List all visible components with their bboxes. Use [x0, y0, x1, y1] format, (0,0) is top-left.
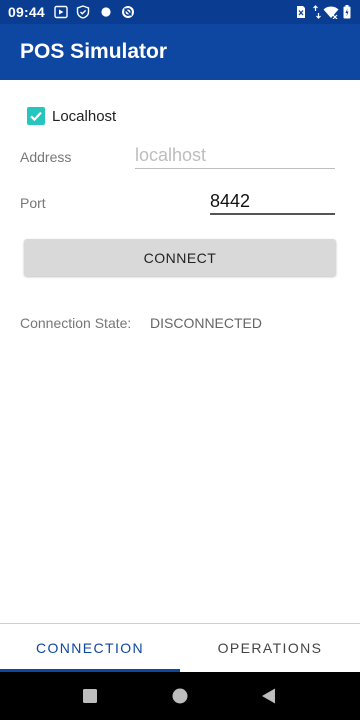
- wifi-icon: [323, 5, 339, 20]
- navigation-bar: [0, 672, 360, 720]
- status-time: 09:44: [8, 4, 45, 20]
- battery-icon: [343, 5, 351, 19]
- localhost-checkbox[interactable]: [27, 107, 45, 125]
- localhost-label[interactable]: Localhost: [52, 108, 116, 125]
- dot-icon: [99, 5, 113, 19]
- media-icon: [54, 5, 68, 19]
- port-underline: [210, 213, 335, 215]
- connect-button[interactable]: CONNECT: [24, 239, 336, 276]
- port-label: Port: [20, 195, 46, 211]
- address-input[interactable]: [135, 142, 335, 168]
- connection-state-label: Connection State:: [20, 315, 132, 331]
- tab-connection[interactable]: CONNECTION: [0, 624, 180, 672]
- port-input[interactable]: [210, 188, 335, 214]
- shield-icon: [76, 5, 90, 19]
- tab-operations[interactable]: OPERATIONS: [180, 624, 360, 672]
- sim-x-icon: [296, 5, 306, 19]
- address-label: Address: [20, 149, 72, 165]
- checkmark-icon: [30, 111, 42, 122]
- app-bar: POS Simulator: [0, 24, 360, 80]
- address-underline: [135, 168, 335, 169]
- sync-icon: [121, 5, 135, 19]
- app-title: POS Simulator: [20, 40, 168, 63]
- data-arrows-icon: [313, 5, 321, 19]
- status-bar: 09:44: [0, 0, 360, 24]
- back-icon[interactable]: [261, 688, 276, 709]
- recents-icon[interactable]: [83, 689, 97, 708]
- connection-state-value: DISCONNECTED: [150, 315, 263, 331]
- home-icon[interactable]: [172, 688, 188, 709]
